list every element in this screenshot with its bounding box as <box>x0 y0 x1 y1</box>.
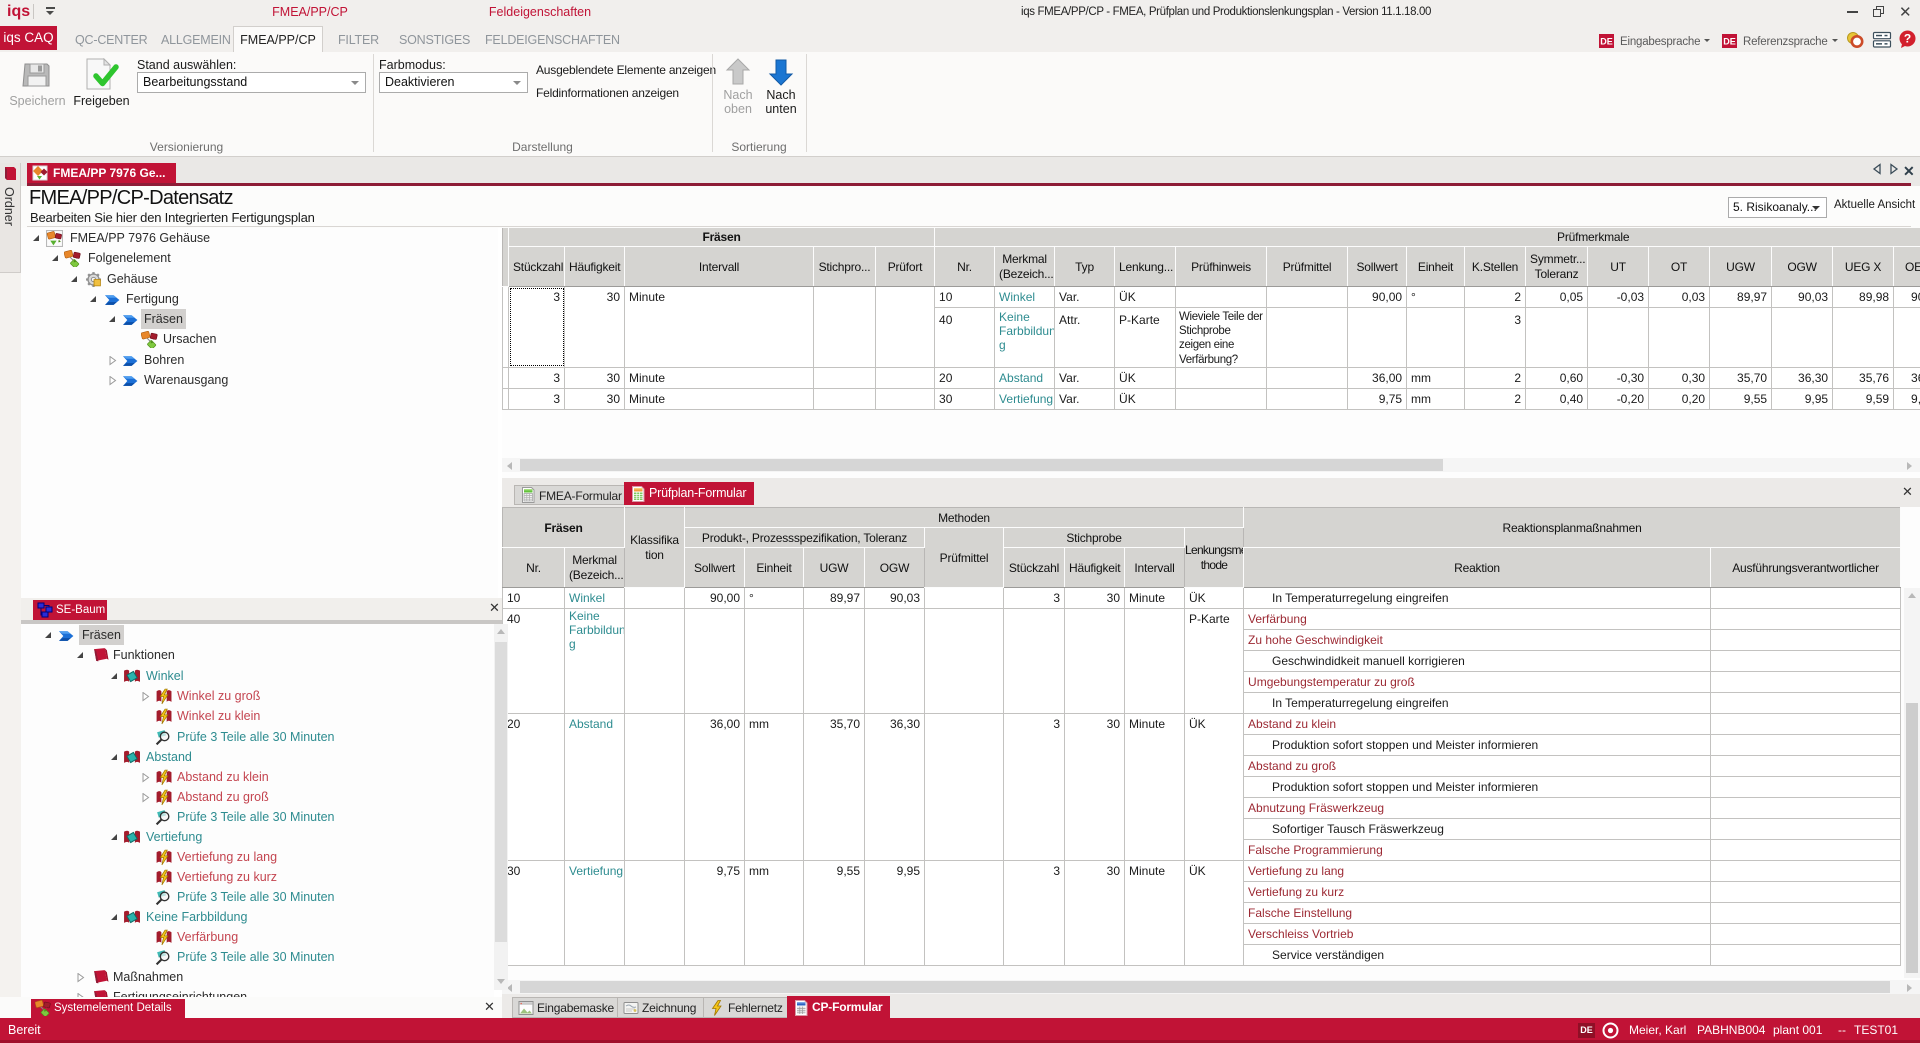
svg-text:DE: DE <box>1600 37 1613 47</box>
svg-text:?: ? <box>1904 32 1911 46</box>
svg-text:DE: DE <box>1723 37 1736 47</box>
